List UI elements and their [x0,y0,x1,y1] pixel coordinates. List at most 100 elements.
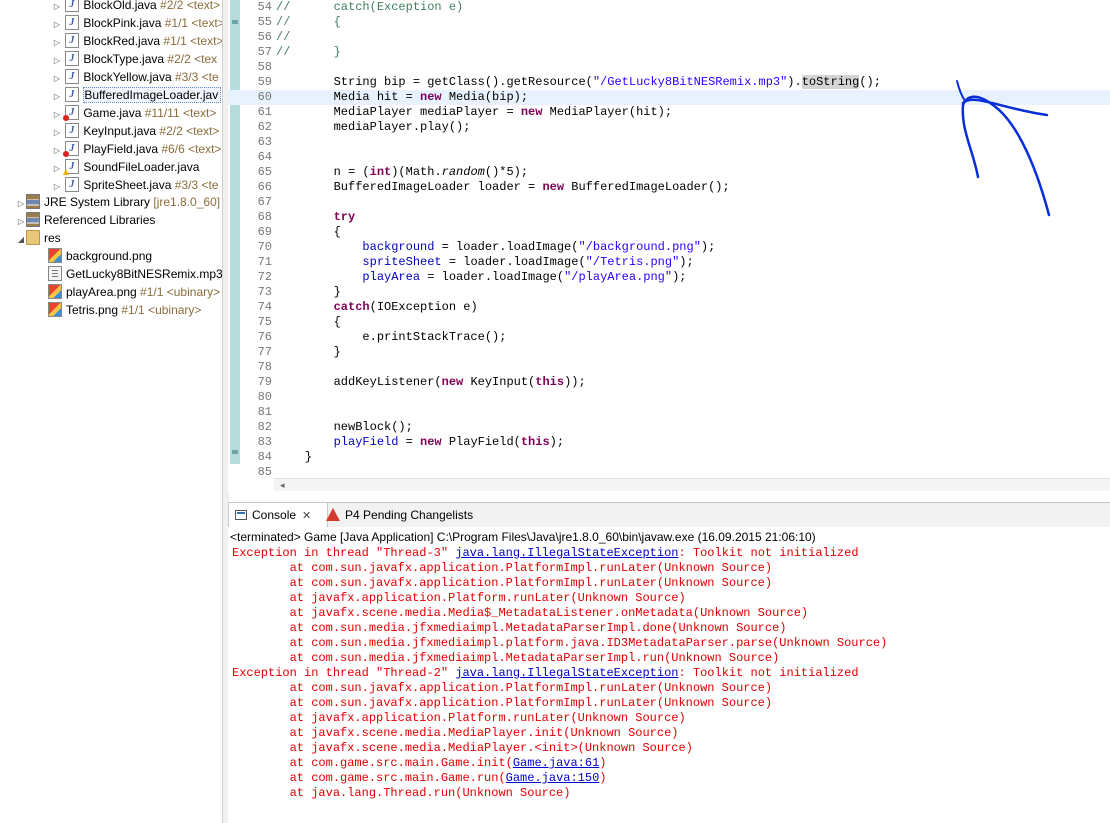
code-line[interactable]: 79 addKeyListener(new KeyInput(this)); [228,375,1110,390]
code-line[interactable]: 70 background = loader.loadImage("/backg… [228,240,1110,255]
p4-warning-icon [326,508,340,521]
tree-item-label: background.png [66,249,153,263]
java-file-icon [65,32,80,50]
stack-trace-link[interactable]: java.lang.IllegalStateException [455,666,678,680]
code-line[interactable]: 56 // [228,30,1110,45]
code-line[interactable]: 75 { [228,315,1110,330]
line-number: 63 [257,135,272,149]
tree-item-label: BlockRed.java [83,34,161,48]
tree-item-label: GetLucky8BitNESRemix.mp3 [66,267,222,281]
tree-item-decoration: [jre1.8.0_60] [153,195,221,209]
console-output[interactable]: <terminated> Game [Java Application] C:\… [228,527,1110,823]
line-number: 72 [257,270,272,284]
tree-item-java-file[interactable]: ▷ KeyInput.java #2/2 <text> [52,122,220,140]
code-line[interactable]: 80 [228,390,1110,405]
console-text: at com.sun.media.jfxmediaimpl.MetadataPa… [232,621,787,635]
code-line[interactable]: 76 e.printStackTrace(); [228,330,1110,345]
tree-item-java-file[interactable]: ▷ BufferedImageLoader.jav [52,86,222,104]
line-number: 76 [257,330,272,344]
code-line[interactable]: 77 } [228,345,1110,360]
tree-item-label: Referenced Libraries [44,213,156,227]
code-line[interactable]: 81 [228,405,1110,420]
line-number: 79 [257,375,272,389]
tree-item-java-file[interactable]: ▷ BlockRed.java #1/1 <text> [52,32,222,50]
console-text: at javafx.scene.media.MediaPlayer.<init>… [232,741,693,755]
console-line: at com.sun.javafx.application.PlatformIm… [232,576,772,591]
code-line[interactable]: 73 } [228,285,1110,300]
line-number: 60 [257,90,272,104]
console-text: at com.sun.media.jfxmediaimpl.MetadataPa… [232,651,780,665]
tree-item-resource-file[interactable]: playArea.png #1/1 <ubinary> [48,283,220,301]
line-number: 69 [257,225,272,239]
code-line[interactable]: 54 // catch(Exception e) [228,0,1110,15]
tree-item-java-file[interactable]: ▷ BlockType.java #2/2 <tex [52,50,217,68]
code-line[interactable]: 72 playArea = loader.loadImage("/playAre… [228,270,1110,285]
code-line[interactable]: 58 [228,60,1110,75]
code-line[interactable]: 78 [228,360,1110,375]
tree-item-label: res [44,231,61,245]
tree-item-resource-file[interactable]: GetLucky8BitNESRemix.mp3 [48,265,222,283]
tab-p4-pending-changelists[interactable]: P4 Pending Changelists [326,503,473,527]
code-line[interactable]: 69 { [228,225,1110,240]
tree-item-label: Game.java [83,106,142,120]
code-text: playField = new PlayField(this); [333,435,565,449]
code-text: playArea = loader.loadImage("/playArea.p… [362,270,687,284]
tree-item-decoration: #3/3 <te [171,70,219,84]
code-line[interactable]: 55 // { [228,15,1110,30]
console-line: at java.lang.Thread.run(Unknown Source) [232,786,571,801]
line-number: 74 [257,300,272,314]
stack-trace-link[interactable]: Game.java:61 [513,756,599,770]
tree-item-resource-file[interactable]: Tetris.png #1/1 <ubinary> [48,301,201,319]
code-line[interactable]: 74 catch(IOException e) [228,300,1110,315]
console-text: at com.sun.javafx.application.PlatformIm… [232,576,773,590]
java-file-error-icon [63,104,80,122]
code-line[interactable]: 71 spriteSheet = loader.loadImage("/Tetr… [228,255,1110,270]
code-text: String bip = getClass().getResource("/Ge… [276,75,881,89]
console-line: at javafx.scene.media.Media$_MetadataLis… [232,606,808,621]
line-number: 83 [257,435,272,449]
console-text: ) [599,756,607,770]
line-number: 84 [257,450,272,464]
tree-item-label: Tetris.png [66,303,119,317]
tab-console[interactable]: Console ✕ [228,503,328,527]
stack-trace-link[interactable]: Game.java:150 [506,771,600,785]
tree-item-res[interactable]: ◢ res [16,229,61,247]
console-line: at javafx.scene.media.MediaPlayer.init(U… [232,726,679,741]
code-line[interactable]: 84 } [228,450,1110,465]
code-line[interactable]: 83 playField = new PlayField(this); [228,435,1110,450]
tree-item-java-file[interactable]: ▷ SoundFileLoader.java [52,158,200,176]
java-file-icon [65,14,80,32]
line-number: 82 [257,420,272,434]
tree-item-resource-file[interactable]: background.png [48,247,152,265]
tree-item-java-file[interactable]: ▷ BlockPink.java #1/1 <text> [52,14,222,32]
console-line: at javafx.application.Platform.runLater(… [232,711,686,726]
tree-item-java-file[interactable]: ▷ Game.java #11/11 <text> [52,104,216,122]
horizontal-scrollbar[interactable]: ◂ [274,478,1110,491]
collapse-arrow-icon[interactable]: ◢ [16,231,26,249]
tree-item-decoration: #11/11 <text> [141,106,217,120]
line-number: 62 [257,120,272,134]
code-line[interactable]: 82 newBlock(); [228,420,1110,435]
library-icon [26,212,40,227]
code-line[interactable]: 57 // } [228,45,1110,60]
java-file-icon [65,122,80,140]
tree-item-java-file[interactable]: ▷ SpriteSheet.java #3/3 <te [52,176,219,194]
tree-item-java-file[interactable]: ▷ BlockYellow.java #3/3 <te [52,68,219,86]
tree-item-label: PlayField.java [83,142,159,156]
code-text: // [276,30,291,44]
image-file-icon [48,302,62,317]
console-text: at javafx.application.Platform.runLater(… [232,711,686,725]
tree-item-java-file[interactable]: ▷ PlayField.java #6/6 <text> [52,140,222,158]
scroll-left-icon[interactable]: ◂ [280,479,285,491]
tree-item-jre-system-library[interactable]: ▷ JRE System Library [jre1.8.0_60] [16,193,220,211]
console-tab-bar: Console ✕ P4 Pending Changelists [228,502,1110,528]
java-file-icon [65,0,80,14]
hand-drawn-arrow-annotation [956,80,1051,217]
tree-item-referenced-libraries[interactable]: ▷ Referenced Libraries [16,211,155,229]
code-editor[interactable]: 54// catch(Exception e) 55// {56//57// } 5… [228,0,1110,492]
console-line: at com.sun.javafx.application.PlatformIm… [232,696,772,711]
stack-trace-link[interactable]: java.lang.IllegalStateException [455,546,678,560]
tree-item-java-file[interactable]: ▷ BlockOld.java #2/2 <text> [52,0,220,14]
line-number: 78 [257,360,272,374]
close-icon[interactable]: ✕ [302,504,311,528]
